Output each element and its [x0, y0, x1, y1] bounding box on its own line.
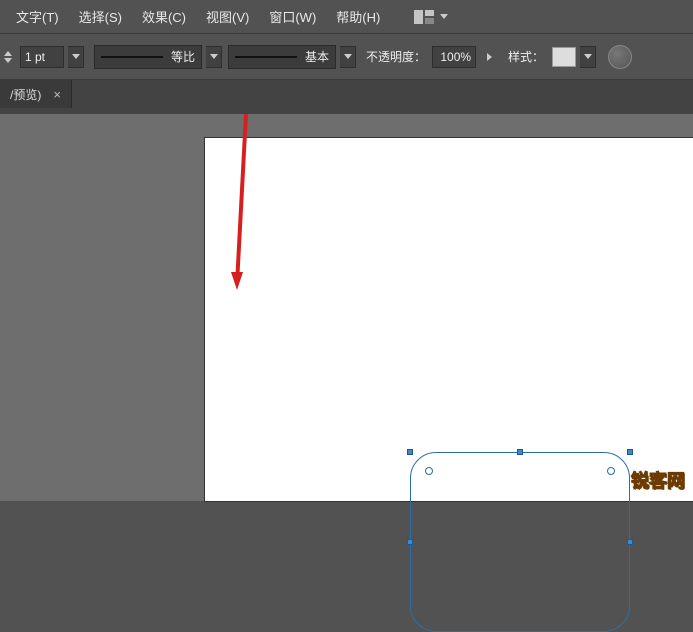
- brush-definition-caret[interactable]: [340, 46, 356, 68]
- opacity-flyout[interactable]: [480, 46, 498, 68]
- caret-right-icon: [487, 53, 492, 61]
- profile-preview-icon: [101, 56, 163, 58]
- width-profile-dropdown[interactable]: 等比: [94, 45, 202, 69]
- selection-handle[interactable]: [517, 449, 523, 455]
- selection-handle[interactable]: [627, 539, 633, 545]
- watermark-text: 锐客网: [631, 467, 685, 493]
- opacity-label: 不透明度：: [366, 48, 426, 65]
- corner-radius-widget[interactable]: [607, 467, 615, 475]
- artboard[interactable]: [205, 138, 693, 501]
- document-tab-bar: /预览) ×: [0, 80, 693, 114]
- workspace-switcher[interactable]: [408, 6, 454, 28]
- menu-help[interactable]: 帮助(H): [326, 1, 390, 32]
- profile-label: 等比: [171, 48, 195, 65]
- selection-handle[interactable]: [407, 539, 413, 545]
- recolor-artwork-button[interactable]: [608, 45, 632, 69]
- stroke-stepper[interactable]: [4, 50, 16, 64]
- menu-select[interactable]: 选择(S): [69, 1, 132, 32]
- panels-icon: [414, 10, 434, 24]
- caret-up-icon: [4, 51, 12, 56]
- menu-window[interactable]: 窗口(W): [259, 1, 326, 32]
- selection-handle[interactable]: [407, 449, 413, 455]
- chevron-down-icon: [440, 14, 448, 19]
- tab-title: /预览): [10, 86, 41, 103]
- control-bar: 1 pt 等比 基本 不透明度： 100% 样式：: [0, 34, 693, 80]
- brush-label: 基本: [305, 48, 329, 65]
- graphic-style-swatch[interactable]: [552, 47, 576, 67]
- menu-text[interactable]: 文字(T): [6, 1, 69, 32]
- brush-definition-dropdown[interactable]: 基本: [228, 45, 336, 69]
- caret-down-icon: [4, 58, 12, 63]
- menu-effect[interactable]: 效果(C): [132, 1, 196, 32]
- caret-down-icon: [210, 54, 218, 59]
- stroke-weight-input[interactable]: 1 pt: [20, 46, 64, 68]
- caret-down-icon: [72, 54, 80, 59]
- graphic-style-dropdown[interactable]: [580, 46, 596, 68]
- stroke-weight-dropdown[interactable]: [68, 46, 84, 68]
- close-icon[interactable]: ×: [53, 87, 61, 102]
- corner-radius-widget[interactable]: [425, 467, 433, 475]
- selected-rounded-rectangle[interactable]: [410, 452, 630, 632]
- menu-bar: 文字(T) 选择(S) 效果(C) 视图(V) 窗口(W) 帮助(H): [0, 0, 693, 34]
- brush-preview-icon: [235, 56, 297, 58]
- document-tab[interactable]: /预览) ×: [0, 80, 72, 108]
- caret-down-icon: [344, 54, 352, 59]
- menu-view[interactable]: 视图(V): [196, 1, 259, 32]
- opacity-input[interactable]: 100%: [432, 46, 476, 68]
- style-label: 样式：: [508, 48, 544, 65]
- caret-down-icon: [584, 54, 592, 59]
- width-profile-caret[interactable]: [206, 46, 222, 68]
- workspace: [0, 114, 693, 501]
- selection-handle[interactable]: [627, 449, 633, 455]
